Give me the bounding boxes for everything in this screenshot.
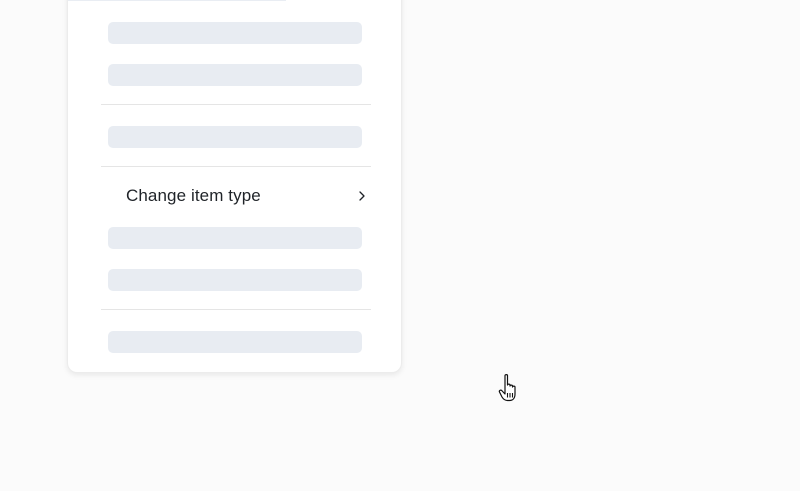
menu-item-placeholder[interactable] — [108, 126, 362, 148]
menu-top-edge — [68, 0, 286, 1]
menu-divider — [101, 104, 371, 105]
menu-item-label: Change item type — [126, 186, 261, 205]
menu-item-change-item-type[interactable]: Change item type — [101, 177, 371, 215]
menu-divider — [101, 166, 371, 167]
menu-item-placeholder[interactable] — [108, 227, 362, 249]
menu-item-placeholder[interactable] — [108, 22, 362, 44]
canvas: Change item type — [0, 0, 800, 491]
chevron-right-icon — [359, 191, 365, 201]
hand-pointer-cursor-icon — [498, 374, 516, 402]
menu-item-placeholder[interactable] — [108, 331, 362, 353]
menu-item-placeholder[interactable] — [108, 64, 362, 86]
menu-divider — [101, 309, 371, 310]
context-menu: Change item type — [67, 0, 402, 373]
menu-item-placeholder[interactable] — [108, 269, 362, 291]
